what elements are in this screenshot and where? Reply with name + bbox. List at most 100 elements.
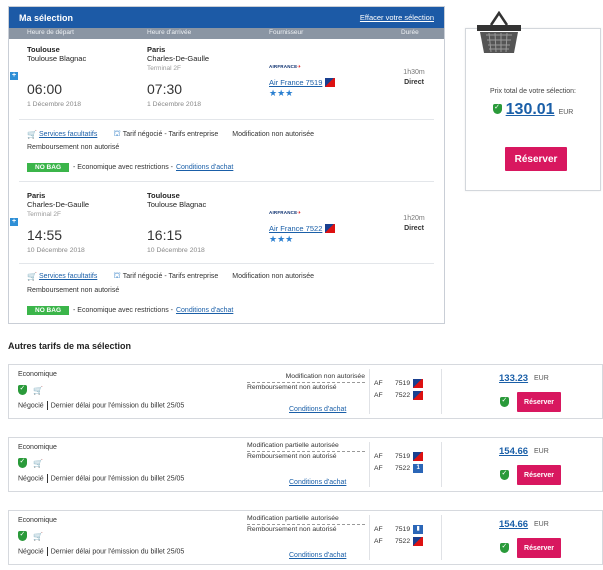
inbound-fare-row: NO BAG - Economique avec restrictions - … [27,306,233,315]
fare-note-deadline: Dernier délai pour l'émission du billet … [50,548,185,556]
flight-line-1: AF 7519 [374,452,424,461]
arr-airport: Charles-De-Gaulle [147,54,210,63]
divider [369,442,370,487]
modification-text: Modification non autorisée [247,373,365,383]
outbound-fare-row: NO BAG - Economique avec restrictions - … [27,163,233,172]
shield-check-icon [18,530,27,541]
services-icon: 🛒 [33,458,43,468]
fare-note: Négocié Dernier délai pour l'émission du … [18,474,184,483]
airline-code: AF [374,538,383,545]
services-link[interactable]: Services facultatifs [39,131,97,138]
fare-note: Négocié Dernier délai pour l'émission du … [18,547,184,556]
divider [441,369,442,414]
fare-type: Economique [18,517,57,524]
fare-note-negotiated: Négocié [18,475,44,483]
fare-currency: EUR [534,448,549,455]
flight-line-2: AF 7522 [374,391,424,400]
fare-icons: 🛒 [18,384,45,395]
expand-icon[interactable]: + [10,218,18,226]
outbound-arrival: Paris Charles-De-Gaulle [147,45,209,63]
conditions-link[interactable]: Conditions d'achat [289,479,346,486]
conditions-link[interactable]: Conditions d'achat [289,552,346,559]
modification-text: Modification partielle autorisée [247,442,365,452]
fare-note-negotiated: Négocié [18,548,44,556]
flight-link[interactable]: Air France 7519 [269,78,322,87]
refund-text: Remboursement non autorisé [27,287,120,294]
col-departure: Heure de départ [27,29,74,36]
inbound-departure: Paris Charles-De-Gaulle [27,191,89,209]
fare-class: - Economique avec restrictions - [73,164,173,171]
fare-price[interactable]: 133.23 [499,373,528,384]
arr-city: Toulouse [147,191,180,200]
tariff-text: Tarif négocié - Tarifs entreprise [122,130,219,138]
basket-icon [477,11,521,53]
divider [369,515,370,560]
inbound-services-row: 🛒 Services facultatifs ⛫ Tarif négocié -… [27,271,314,281]
inbound-flight: + Paris Charles-De-Gaulle Terminal 2F 14… [9,185,444,265]
total-currency: EUR [558,109,574,116]
fare-note-deadline: Dernier délai pour l'émission du billet … [50,475,185,483]
tariff-icon: ⛫ [113,129,121,138]
stops: Direct [404,225,424,232]
divider [19,181,434,182]
inbound-flight-number: Air France 7522 [269,224,336,233]
services-icon: 🛒 [33,531,43,541]
baggage-icon: ▮ [413,525,424,534]
airline-code: AF [374,526,383,533]
flight-number: 7519 [395,453,411,460]
outbound-flight: + Toulouse Toulouse Blagnac 06:00 1 Déce… [9,39,444,119]
airfrance-logo: AIRFRANCE✈ [269,210,302,215]
shield-check-icon [500,542,509,553]
flight-number: 7519 [395,380,411,387]
dep-airport: Toulouse Blagnac [27,54,87,63]
airline-code: AF [374,453,383,460]
reserve-button[interactable]: Réserver [505,147,567,171]
fare-conditions: Modification non autorisée Remboursement … [247,373,365,392]
selection-header: Ma sélection Effacer votre sélection [9,7,444,28]
flight-number: 7522 [395,538,411,545]
shield-check-icon [500,469,509,480]
divider [19,119,434,120]
refund-text: Remboursement non autorisé [27,144,120,151]
fare-price[interactable]: 154.66 [499,519,528,530]
stops: Direct [404,79,424,86]
conditions-link[interactable]: Conditions d'achat [176,307,233,314]
fare-note-negotiated: Négocié [18,402,44,410]
tariff-icon: ⛫ [113,271,121,280]
reserve-button[interactable]: Réserver [517,465,561,485]
fare-conditions: Modification partielle autorisée Rembours… [247,442,365,461]
arr-time: 16:15 [147,227,183,243]
clear-selection-link[interactable]: Effacer votre sélection [360,13,434,22]
fare-note: Négocié Dernier délai pour l'émission du … [18,401,184,410]
modification-text: Modification non autorisée [232,272,314,280]
tariff-text: Tarif négocié - Tarifs entreprise [122,272,219,280]
services-icon: 🛒 [33,385,43,395]
fare-currency: EUR [534,521,549,528]
dep-airport: Charles-De-Gaulle [27,200,90,209]
modification-text: Modification partielle autorisée [247,515,365,525]
fare-row: Economique 🛒 Négocié Dernier délai pour l'é… [8,510,603,565]
shield-check-icon [18,457,27,468]
outbound-services-row: 🛒 Services facultatifs ⛫ Tarif négocié -… [27,129,314,139]
services-link[interactable]: Services facultatifs [39,273,97,280]
arr-date: 1 Décembre 2018 [147,101,202,108]
shield-check-icon [18,384,27,395]
reserve-button[interactable]: Réserver [517,538,561,558]
airline-flag-icon [413,379,424,388]
conditions-link[interactable]: Conditions d'achat [289,406,346,413]
flight-link[interactable]: Air France 7522 [269,224,322,233]
dep-city: Paris [27,191,46,200]
total-price[interactable]: 130.01 [506,101,555,119]
fare-note-deadline: Dernier délai pour l'émission du billet … [50,402,185,410]
total-label: Prix total de votre sélection: [490,88,576,95]
fare-price[interactable]: 154.66 [499,446,528,457]
airline-flag-icon [413,537,424,546]
col-duration: Durée [401,29,419,36]
reserve-button[interactable]: Réserver [517,392,561,412]
dep-time: 06:00 [27,81,63,97]
dep-city: Toulouse [27,45,60,54]
expand-icon[interactable]: + [10,72,18,80]
divider [441,442,442,487]
conditions-link[interactable]: Conditions d'achat [176,164,233,171]
rating-stars-icon: ★★★ [269,88,294,98]
